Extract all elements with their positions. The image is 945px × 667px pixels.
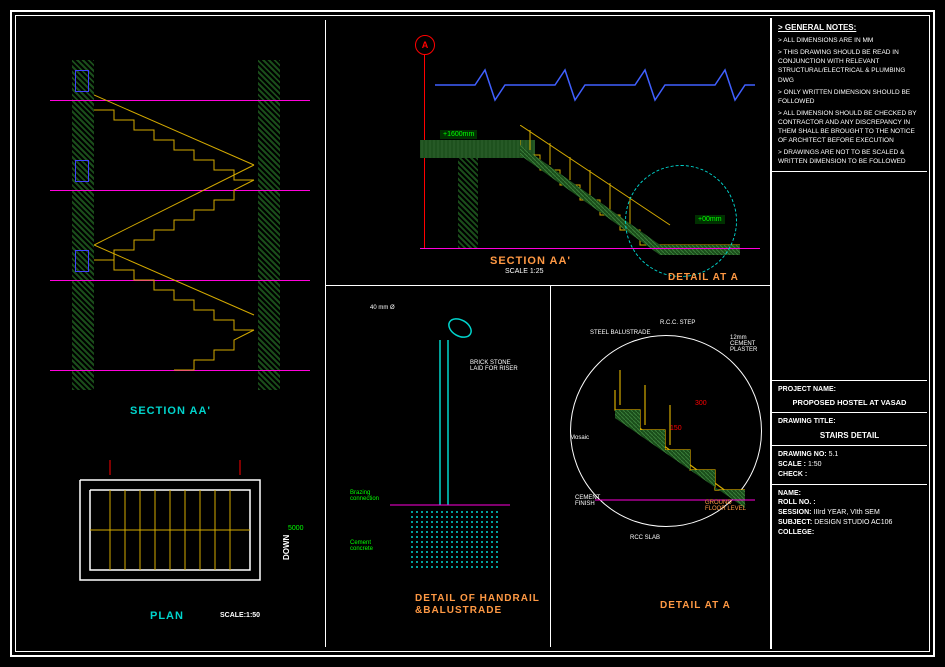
college-label: COLLEGE: (778, 528, 921, 538)
plan-caption: PLAN (150, 610, 184, 622)
handrail-icon (390, 310, 510, 590)
name-label: NAME: (778, 489, 921, 499)
section-aa-top-caption: SECTION AA' (490, 255, 571, 267)
note-item: > THIS DRAWING SHOULD BE READ IN CONJUNC… (778, 48, 921, 84)
scale-value: 1:50 (808, 461, 822, 468)
dwg-no: 5.1 (829, 451, 839, 458)
plan-scale: SCALE:1:50 (220, 612, 260, 619)
anno-rcc-step: R.C.C. STEP (660, 320, 695, 326)
window-icon (75, 160, 89, 182)
anno-dia: 40 mm Ø (370, 305, 395, 311)
tb-spacer (772, 172, 927, 381)
session-label: SESSION: (778, 509, 811, 516)
subject-label: SUBJECT: (778, 519, 812, 526)
handrail-caption: DETAIL OF HANDRAIL &BALUSTRADE (415, 593, 540, 617)
note-item: > DRAWINGS ARE NOT TO BE SCALED & WRITTE… (778, 148, 921, 166)
note-item: > ALL DIMENSION SHOULD BE CHECKED BY CON… (778, 109, 921, 145)
dim-tread: 300 (695, 400, 707, 407)
down-label: DOWN (282, 535, 291, 560)
vertical-divider (325, 20, 326, 647)
anno-concrete: Cement concrete (350, 540, 390, 552)
title-block: > GENERAL NOTES: > ALL DIMENSIONS ARE IN… (770, 18, 927, 649)
dim-plan-w: 5000 (288, 525, 304, 532)
wall-left (72, 60, 94, 390)
anno-rcc: RCC SLAB (630, 535, 670, 541)
tb-drawing-title: DRAWING TITLE: STAIRS DETAIL (772, 413, 927, 446)
section-aa-single: A +1600mm +00mm SECTION AA' SCALE 1:25 D… (340, 30, 760, 280)
drawing-title: STAIRS DETAIL (778, 430, 921, 441)
window-icon (75, 250, 89, 272)
anno-balustrade: STEEL BALUSTRADE (590, 330, 650, 336)
drawing-title-label: DRAWING TITLE: (778, 417, 921, 427)
detail-a-caption: DETAIL AT A (660, 600, 731, 611)
dim-riser: 150 (670, 425, 682, 432)
drawing-sheet: > GENERAL NOTES: > ALL DIMENSIONS ARE IN… (0, 0, 945, 667)
roll-label: ROLL NO. : (778, 498, 921, 508)
dwg-no-label: DRAWING NO: (778, 451, 827, 458)
anno-finish: CEMENT FINISH (575, 495, 615, 507)
level-1600: +1600mm (440, 130, 477, 139)
tb-project: PROJECT NAME: PROPOSED HOSTEL AT VASAD (772, 381, 927, 413)
detail-a-callout: DETAIL AT A (668, 272, 739, 283)
support-wall (458, 158, 478, 248)
anno-brazing: Brazing connection (350, 490, 390, 502)
notes-header: > GENERAL NOTES: (778, 22, 921, 33)
project-name: PROPOSED HOSTEL AT VASAD (778, 398, 921, 409)
session-value: IIIrd YEAR, VIth SEM (813, 509, 879, 516)
anno-ground: GROUND FLOOR LEVEL (705, 500, 750, 512)
anno-brick: BRICK STONE LAID FOR RISER (470, 360, 520, 372)
stair-flights-icon (94, 90, 258, 390)
subject-value: DESIGN STUDIO AC106 (814, 519, 892, 526)
tb-student-info: NAME: ROLL NO. : SESSION: IIIrd YEAR, VI… (772, 485, 927, 542)
anno-mosaic: Mosaic (570, 435, 589, 441)
detail-at-a: STEEL BALUSTRADE R.C.C. STEP 12mm CEMENT… (565, 300, 765, 640)
horizontal-divider (325, 285, 770, 286)
drawing-area: SECTION AA' DOWN 5000 PLAN SCALE:1:50 A … (20, 20, 770, 647)
scale-label: SCALE : (778, 461, 806, 468)
detail-callout-circle (625, 165, 737, 277)
stair-plan: DOWN 5000 PLAN SCALE:1:50 (60, 460, 300, 630)
section-scale: SCALE 1:25 (505, 268, 544, 275)
project-label: PROJECT NAME: (778, 385, 921, 395)
wall-right (258, 60, 280, 390)
check-label: CHECK : (778, 471, 807, 478)
tb-dwg-info: DRAWING NO: 5.1 SCALE : 1:50 CHECK : (772, 446, 927, 484)
vertical-divider-2 (550, 285, 551, 647)
note-item: > ALL DIMENSIONS ARE IN MM (778, 36, 921, 45)
note-item: > ONLY WRITTEN DIMENSION SHOULD BE FOLLO… (778, 88, 921, 106)
landing-slab (420, 140, 535, 158)
grid-bubble-a: A (415, 35, 435, 55)
anno-plaster: 12mm CEMENT PLASTER (730, 335, 760, 353)
plan-outline-icon (60, 460, 300, 610)
handrail-detail: 40 mm Ø BRICK STONE LAID FOR RISER Brazi… (340, 300, 540, 640)
general-notes: > GENERAL NOTES: > ALL DIMENSIONS ARE IN… (772, 18, 927, 172)
break-line-icon (435, 60, 755, 110)
window-icon (75, 70, 89, 92)
section-aa-caption: SECTION AA' (130, 405, 211, 417)
